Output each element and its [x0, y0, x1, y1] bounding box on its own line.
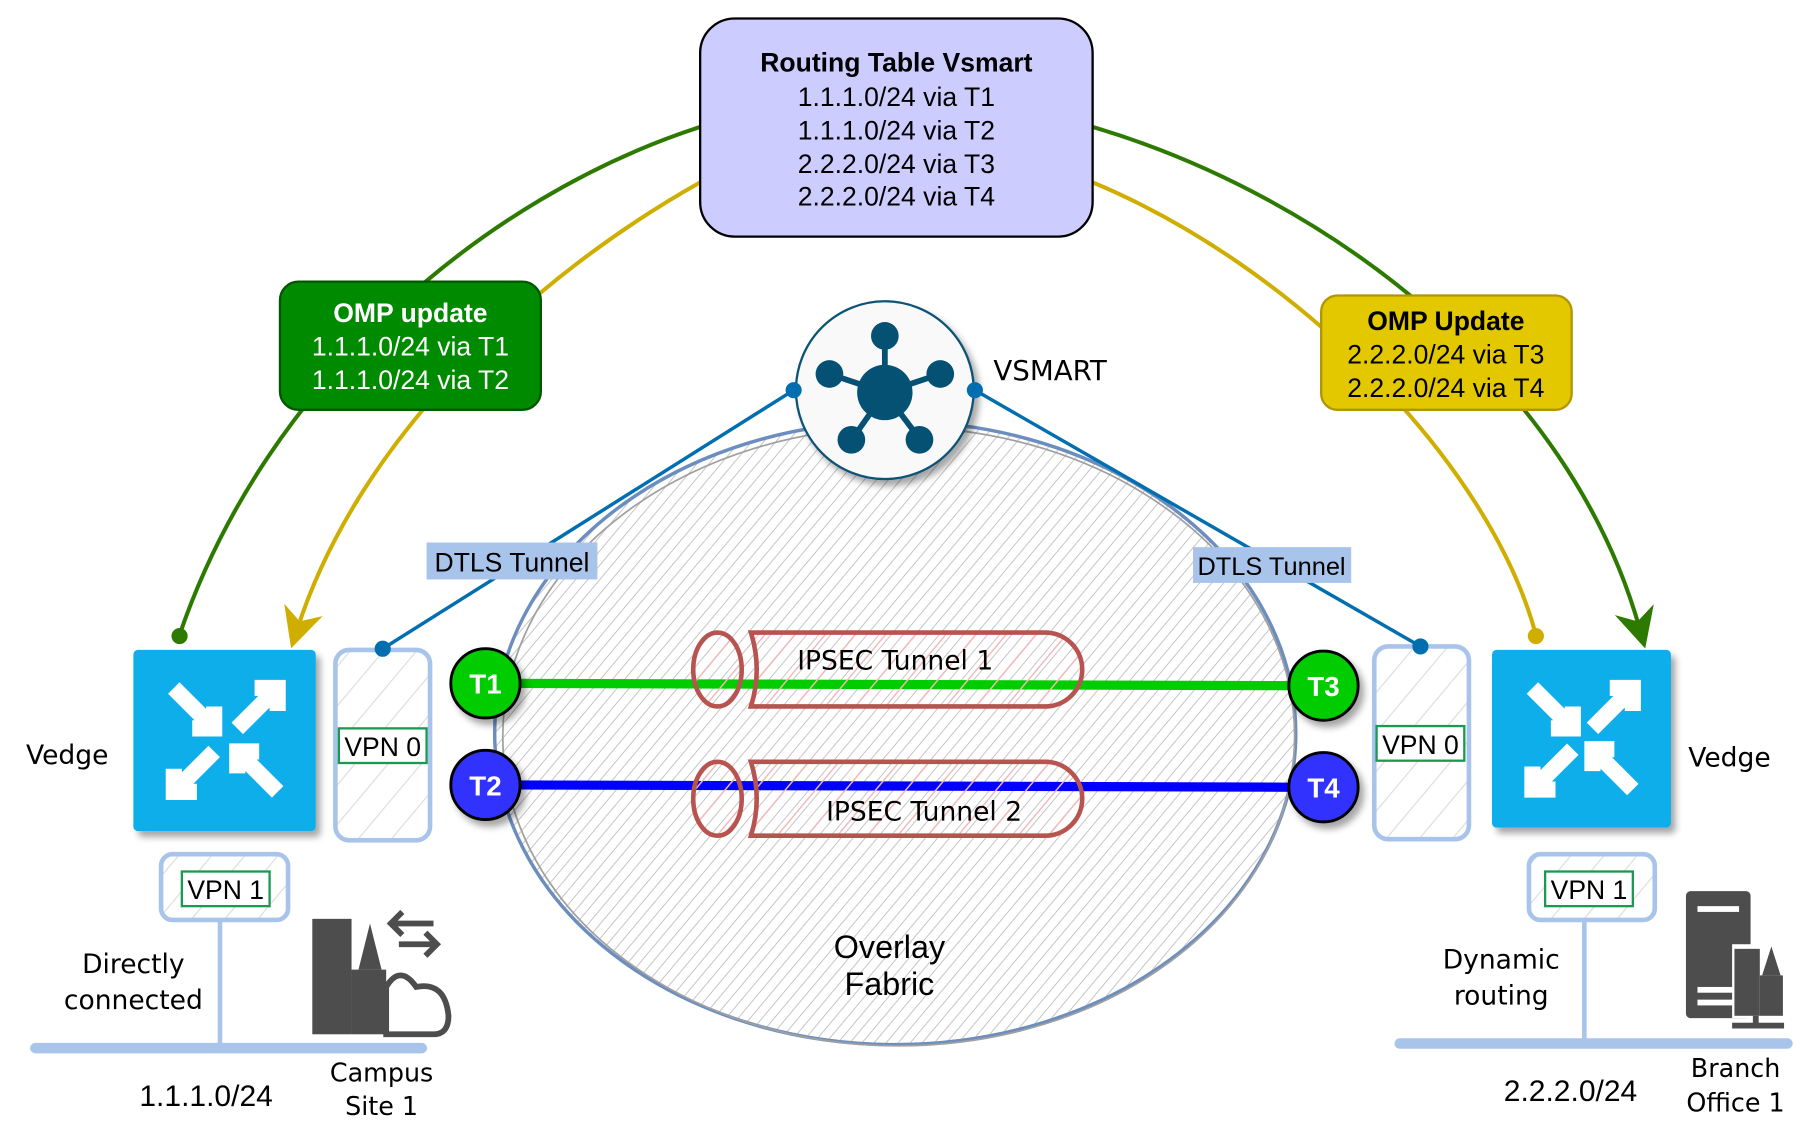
vpn0-label-left: VPN 0 — [344, 732, 421, 762]
routing-type-right: routing — [1454, 980, 1549, 1011]
svg-text:1.1.1.0/24 via T1: 1.1.1.0/24 via T1 — [798, 82, 995, 112]
endpoint-dot — [1527, 627, 1544, 645]
svg-text:T2: T2 — [469, 770, 501, 801]
svg-text:2.2.2.0/24 via T4: 2.2.2.0/24 via T4 — [798, 181, 995, 211]
branch-server-icon — [1685, 891, 1785, 1029]
routing-type-left: connected — [64, 985, 203, 1016]
endpoint-dot — [171, 627, 188, 645]
svg-text:2.2.2.0/24 via T3: 2.2.2.0/24 via T3 — [798, 149, 995, 179]
sdwan-diagram: Overlay Fabric DTLS Tunnel DTLS Tunnel I… — [26, 17, 1793, 1121]
omp-update-right: OMP Update 2.2.2.0/24 via T3 2.2.2.0/24 … — [1320, 294, 1573, 411]
svg-text:1.1.1.0/24 via T2: 1.1.1.0/24 via T2 — [312, 365, 509, 395]
svg-text:T4: T4 — [1307, 773, 1340, 804]
subnet-left: 1.1.1.0/24 — [139, 1080, 272, 1113]
tunnel-endpoint-t2: T2 — [449, 748, 522, 822]
routing-table-vsmart: Routing Table Vsmart 1.1.1.0/24 via T1 1… — [698, 17, 1094, 238]
overlay-label: Overlay — [834, 929, 946, 965]
vpn1-label-left: VPN 1 — [187, 875, 264, 905]
svg-text:2.2.2.0/24 via T4: 2.2.2.0/24 via T4 — [1347, 373, 1544, 403]
svg-text:IPSEC Tunnel 1: IPSEC Tunnel 1 — [797, 646, 993, 677]
vedge-label-right: Vedge — [1688, 742, 1770, 773]
svg-text:IPSEC Tunnel 2: IPSEC Tunnel 2 — [826, 797, 1022, 828]
site-label-left: Site 1 — [345, 1091, 418, 1121]
site-label-right: Office 1 — [1686, 1088, 1784, 1118]
omp-update-left: OMP update 1.1.1.0/24 via T1 1.1.1.0/24 … — [278, 280, 543, 411]
vedge-right — [1492, 649, 1671, 828]
site-label-right: Branch — [1691, 1053, 1781, 1083]
tunnel-endpoint-t4: T4 — [1287, 751, 1360, 824]
overlay-label: Fabric — [845, 966, 935, 1002]
tunnel-endpoint-t1: T1 — [449, 647, 522, 720]
svg-text:1.1.1.0/24 via T2: 1.1.1.0/24 via T2 — [798, 116, 995, 146]
routing-type-left: Directly — [82, 949, 185, 980]
svg-text:T3: T3 — [1307, 671, 1339, 702]
svg-text:OMP Update: OMP Update — [1367, 306, 1524, 336]
vpn0-label-right: VPN 0 — [1382, 730, 1459, 760]
routing-type-right: Dynamic — [1443, 944, 1560, 975]
svg-text:OMP update: OMP update — [333, 298, 487, 328]
svg-text:Routing Table Vsmart: Routing Table Vsmart — [760, 48, 1032, 78]
dtls-label-right: DTLS Tunnel — [1197, 553, 1345, 581]
site-label-left: Campus — [330, 1058, 433, 1088]
svg-text:1.1.1.0/24 via T1: 1.1.1.0/24 via T1 — [312, 332, 509, 362]
tunnel-endpoint-t3: T3 — [1287, 649, 1360, 722]
vedge-left — [133, 649, 316, 832]
svg-text:2.2.2.0/24 via T3: 2.2.2.0/24 via T3 — [1347, 340, 1544, 370]
vpn1-label-right: VPN 1 — [1551, 875, 1628, 905]
subnet-right: 2.2.2.0/24 — [1504, 1075, 1637, 1108]
vedge-label-left: Vedge — [26, 740, 108, 771]
dtls-label-left: DTLS Tunnel — [435, 547, 590, 577]
vsmart-label: VSMART — [993, 354, 1107, 387]
campus-building-icon — [312, 909, 452, 1038]
svg-text:T1: T1 — [469, 669, 501, 700]
